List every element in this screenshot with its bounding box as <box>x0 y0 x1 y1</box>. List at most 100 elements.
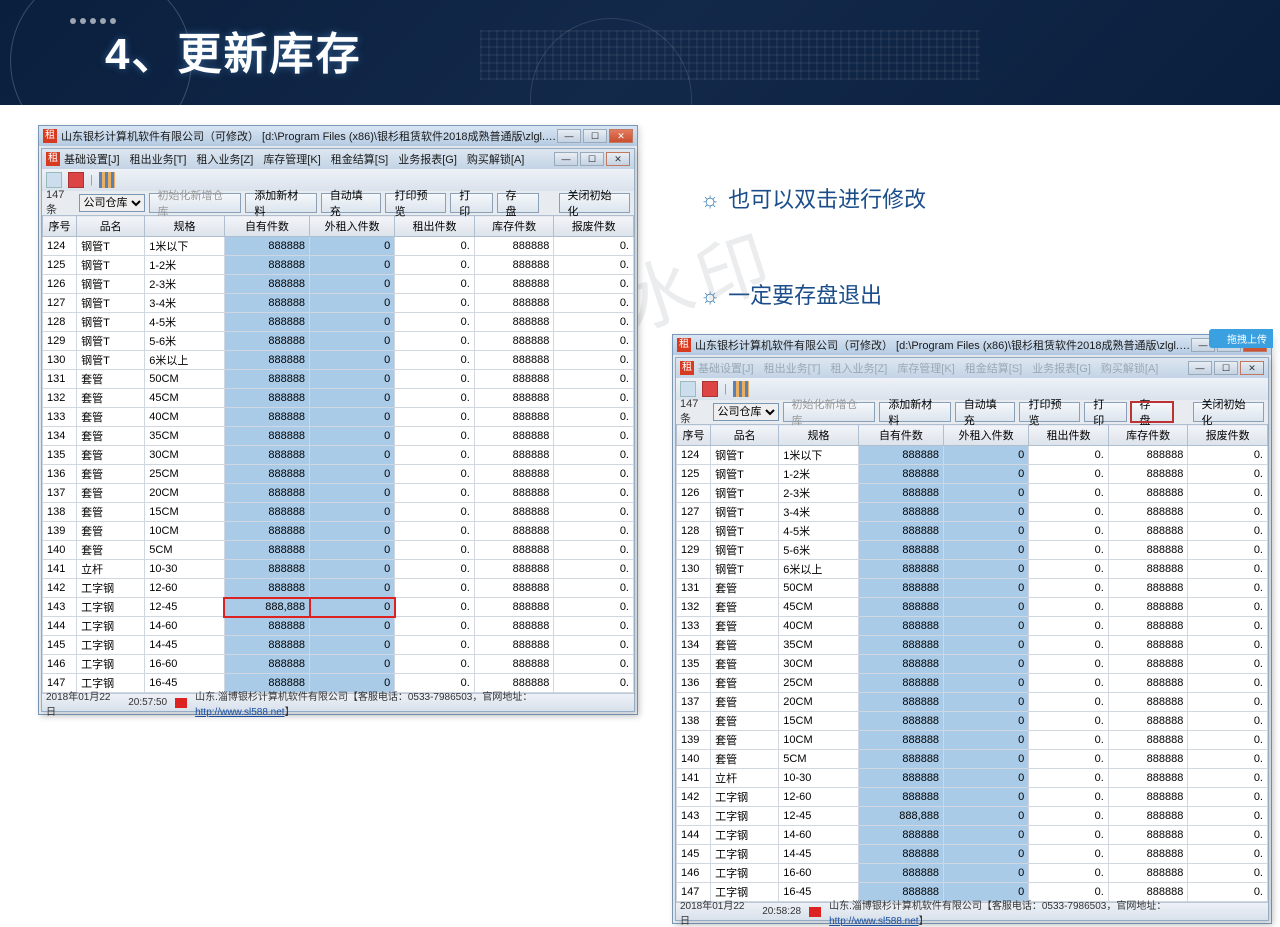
cell-no[interactable]: 144 <box>677 826 711 845</box>
cell-rentout[interactable]: 0. <box>395 389 475 408</box>
cell-own[interactable]: 888888 <box>224 560 309 579</box>
cell-rentin[interactable]: 0 <box>310 560 395 579</box>
cell-no[interactable]: 133 <box>43 408 77 427</box>
cell-spec[interactable]: 10-30 <box>779 769 859 788</box>
cell-spec[interactable]: 5CM <box>145 541 225 560</box>
cell-spec[interactable]: 2-3米 <box>779 484 859 503</box>
cell-rentout[interactable]: 0. <box>395 598 475 617</box>
close-button[interactable]: ✕ <box>609 129 633 143</box>
menu-item[interactable]: 库存管理[K] <box>897 360 954 376</box>
cell-name[interactable]: 立杆 <box>711 769 779 788</box>
add-material-button[interactable]: 添加新材料 <box>245 193 316 213</box>
cell-rentin[interactable]: 0 <box>310 541 395 560</box>
cell-stock[interactable]: 888888 <box>474 332 554 351</box>
cell-rentout[interactable]: 0. <box>1029 864 1109 883</box>
cell-no[interactable]: 127 <box>43 294 77 313</box>
cell-rentin[interactable]: 0 <box>310 617 395 636</box>
table-row[interactable]: 129钢管T5-6米88888800.8888880. <box>43 332 634 351</box>
cell-name[interactable]: 钢管T <box>77 294 145 313</box>
cell-stock[interactable]: 888888 <box>474 427 554 446</box>
table-row[interactable]: 124钢管T1米以下88888800.8888880. <box>677 446 1268 465</box>
cell-rentout[interactable]: 0. <box>1029 579 1109 598</box>
cell-rentin[interactable]: 0 <box>944 864 1029 883</box>
cell-scrap[interactable]: 0. <box>554 256 634 275</box>
cell-name[interactable]: 工字钢 <box>711 807 779 826</box>
cell-scrap[interactable]: 0. <box>554 427 634 446</box>
cell-rentin[interactable]: 0 <box>310 579 395 598</box>
cell-rentin[interactable]: 0 <box>310 408 395 427</box>
cell-spec[interactable]: 12-45 <box>145 598 225 617</box>
cell-no[interactable]: 145 <box>677 845 711 864</box>
cell-no[interactable]: 125 <box>43 256 77 275</box>
table-row[interactable]: 143工字钢12-45888,88800.8888880. <box>677 807 1268 826</box>
cell-spec[interactable]: 50CM <box>779 579 859 598</box>
cell-scrap[interactable]: 0. <box>1188 655 1268 674</box>
table-row[interactable]: 126钢管T2-3米88888800.8888880. <box>43 275 634 294</box>
table-row[interactable]: 136套管25CM88888800.8888880. <box>677 674 1268 693</box>
data-grid[interactable]: 序号品名规格自有件数外租入件数租出件数库存件数报废件数 124钢管T1米以下88… <box>42 215 634 693</box>
cell-spec[interactable]: 35CM <box>145 427 225 446</box>
cell-rentin[interactable]: 0 <box>944 465 1029 484</box>
cell-no[interactable]: 136 <box>677 674 711 693</box>
cell-name[interactable]: 套管 <box>711 693 779 712</box>
cell-own[interactable]: 888888 <box>858 484 943 503</box>
cell-stock[interactable]: 888888 <box>1108 522 1188 541</box>
cell-name[interactable]: 工字钢 <box>77 655 145 674</box>
tool-icon[interactable] <box>702 381 718 397</box>
cell-rentout[interactable]: 0. <box>395 313 475 332</box>
cell-rentin[interactable]: 0 <box>944 750 1029 769</box>
cell-own[interactable]: 888888 <box>858 712 943 731</box>
column-header[interactable]: 序号 <box>677 425 711 446</box>
warehouse-select[interactable]: 公司仓库 <box>713 403 779 421</box>
cell-own[interactable]: 888888 <box>224 237 309 256</box>
auto-fill-button[interactable]: 自动填充 <box>955 402 1016 422</box>
cell-spec[interactable]: 30CM <box>779 655 859 674</box>
close-init-button[interactable]: 关闭初始化 <box>559 193 630 213</box>
cell-no[interactable]: 135 <box>43 446 77 465</box>
cell-scrap[interactable]: 0. <box>554 541 634 560</box>
cell-name[interactable]: 立杆 <box>77 560 145 579</box>
cell-rentout[interactable]: 0. <box>395 408 475 427</box>
cell-name[interactable]: 钢管T <box>711 503 779 522</box>
cell-stock[interactable]: 888888 <box>1108 826 1188 845</box>
cell-spec[interactable]: 20CM <box>145 484 225 503</box>
cell-rentin[interactable]: 0 <box>944 674 1029 693</box>
table-row[interactable]: 128钢管T4-5米88888800.8888880. <box>43 313 634 332</box>
cell-name[interactable]: 套管 <box>711 674 779 693</box>
table-row[interactable]: 137套管20CM88888800.8888880. <box>43 484 634 503</box>
cell-no[interactable]: 144 <box>43 617 77 636</box>
website-link[interactable]: http://www.sl588.net <box>829 916 919 927</box>
cell-name[interactable]: 钢管T <box>77 332 145 351</box>
table-row[interactable]: 138套管15CM88888800.8888880. <box>677 712 1268 731</box>
cell-rentout[interactable]: 0. <box>395 617 475 636</box>
cell-rentin[interactable]: 0 <box>944 693 1029 712</box>
cell-rentin[interactable]: 0 <box>944 541 1029 560</box>
cell-stock[interactable]: 888888 <box>1108 617 1188 636</box>
cell-spec[interactable]: 5CM <box>779 750 859 769</box>
warehouse-select[interactable]: 公司仓库 <box>79 194 145 212</box>
cell-scrap[interactable]: 0. <box>554 484 634 503</box>
cell-name[interactable]: 套管 <box>711 655 779 674</box>
cell-stock[interactable]: 888888 <box>1108 560 1188 579</box>
cell-rentout[interactable]: 0. <box>1029 674 1109 693</box>
tool-icon[interactable] <box>46 172 62 188</box>
cell-scrap[interactable]: 0. <box>1188 484 1268 503</box>
cell-rentin[interactable]: 0 <box>310 655 395 674</box>
cell-rentout[interactable]: 0. <box>1029 807 1109 826</box>
cell-name[interactable]: 套管 <box>711 731 779 750</box>
table-row[interactable]: 127钢管T3-4米88888800.8888880. <box>43 294 634 313</box>
cell-name[interactable]: 套管 <box>77 389 145 408</box>
cell-own[interactable]: 888888 <box>858 693 943 712</box>
cell-stock[interactable]: 888888 <box>474 408 554 427</box>
cell-spec[interactable]: 10CM <box>145 522 225 541</box>
cell-spec[interactable]: 1-2米 <box>779 465 859 484</box>
cell-no[interactable]: 130 <box>43 351 77 370</box>
cell-no[interactable]: 142 <box>677 788 711 807</box>
cell-rentout[interactable]: 0. <box>395 256 475 275</box>
cell-rentin[interactable]: 0 <box>310 427 395 446</box>
cell-stock[interactable]: 888888 <box>474 541 554 560</box>
menubar[interactable]: 基础设置[J]租出业务[T]租入业务[Z]库存管理[K]租金结算[S]业务报表[… <box>698 360 1158 376</box>
cell-no[interactable]: 132 <box>43 389 77 408</box>
cell-rentin[interactable]: 0 <box>310 522 395 541</box>
cell-rentout[interactable]: 0. <box>395 446 475 465</box>
